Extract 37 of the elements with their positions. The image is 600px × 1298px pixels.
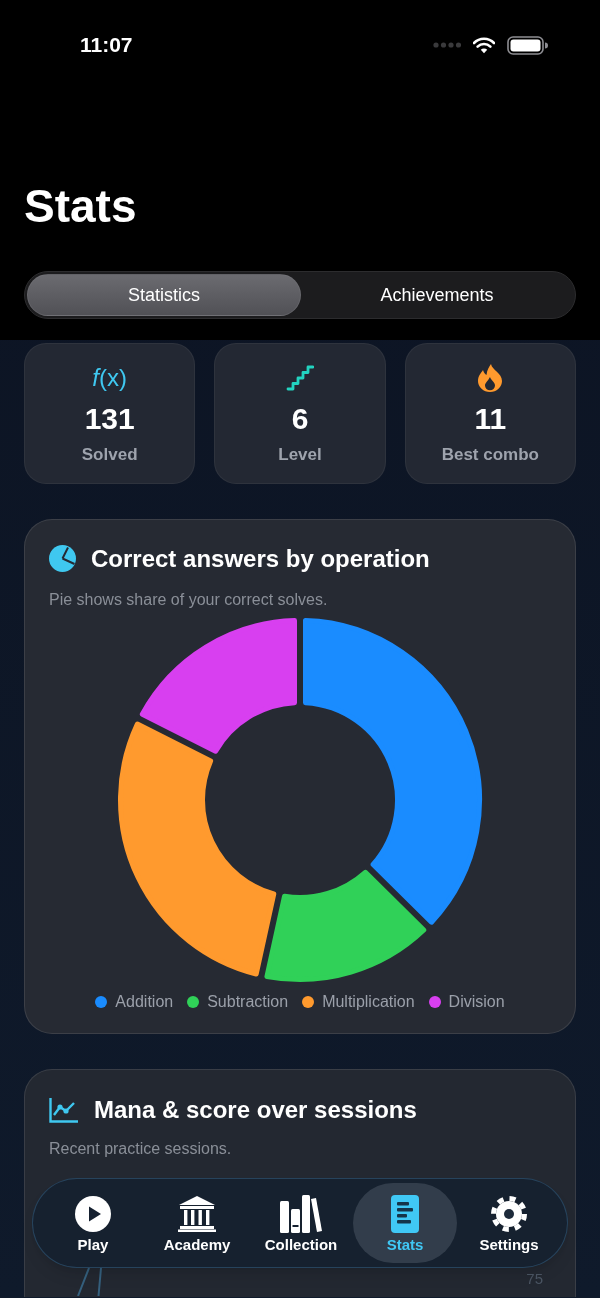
card-subtitle: Pie shows share of your correct solves. bbox=[49, 590, 329, 610]
card-title: Correct answers by operation bbox=[91, 544, 430, 573]
building-columns-icon bbox=[178, 1196, 216, 1232]
segmented-control[interactable]: Statistics Achievements bbox=[24, 271, 576, 319]
segment-tab[interactable]: Statistics bbox=[27, 274, 301, 316]
line-chart-icon bbox=[49, 1097, 79, 1123]
stairs-icon bbox=[286, 365, 314, 391]
tab-bar-item[interactable]: Stats bbox=[353, 1183, 457, 1263]
stat-value: 11 bbox=[474, 401, 507, 437]
tab-bar-item[interactable]: Settings bbox=[457, 1183, 561, 1263]
tab-bar-item[interactable]: Collection bbox=[249, 1183, 353, 1263]
function-icon: f(x) bbox=[92, 364, 127, 392]
stat-value: 6 bbox=[291, 401, 309, 437]
legend-label: Multiplication bbox=[322, 992, 415, 1012]
page-title: Stats bbox=[24, 180, 138, 232]
wifi-icon bbox=[473, 36, 495, 54]
books-icon bbox=[280, 1195, 322, 1233]
stat-label: Best combo bbox=[441, 444, 539, 466]
settings-icon bbox=[491, 1196, 527, 1232]
card-title: Mana & score over sessions bbox=[94, 1096, 417, 1124]
battery-icon bbox=[507, 35, 548, 55]
tab-bar-item[interactable]: Academy bbox=[145, 1183, 249, 1263]
stat-label: Solved bbox=[81, 444, 138, 466]
card-subtitle: Recent practice sessions. bbox=[49, 1139, 233, 1159]
tab-bar-item[interactable]: Play bbox=[41, 1183, 145, 1263]
stat-label: Level bbox=[278, 444, 322, 466]
legend-label: Addition bbox=[115, 992, 174, 1012]
status-time: 11:07 bbox=[80, 32, 133, 58]
pie-chart-icon bbox=[49, 545, 76, 572]
flame-icon bbox=[478, 364, 503, 392]
segment-tab[interactable]: Achievements bbox=[301, 274, 573, 316]
legend-label: Subtraction bbox=[207, 992, 289, 1012]
bar-chart-document-icon bbox=[391, 1195, 419, 1233]
stat-value: 131 bbox=[84, 401, 135, 437]
signal-icon bbox=[433, 42, 461, 48]
legend-label: Division bbox=[448, 992, 505, 1012]
play-icon bbox=[75, 1196, 111, 1232]
